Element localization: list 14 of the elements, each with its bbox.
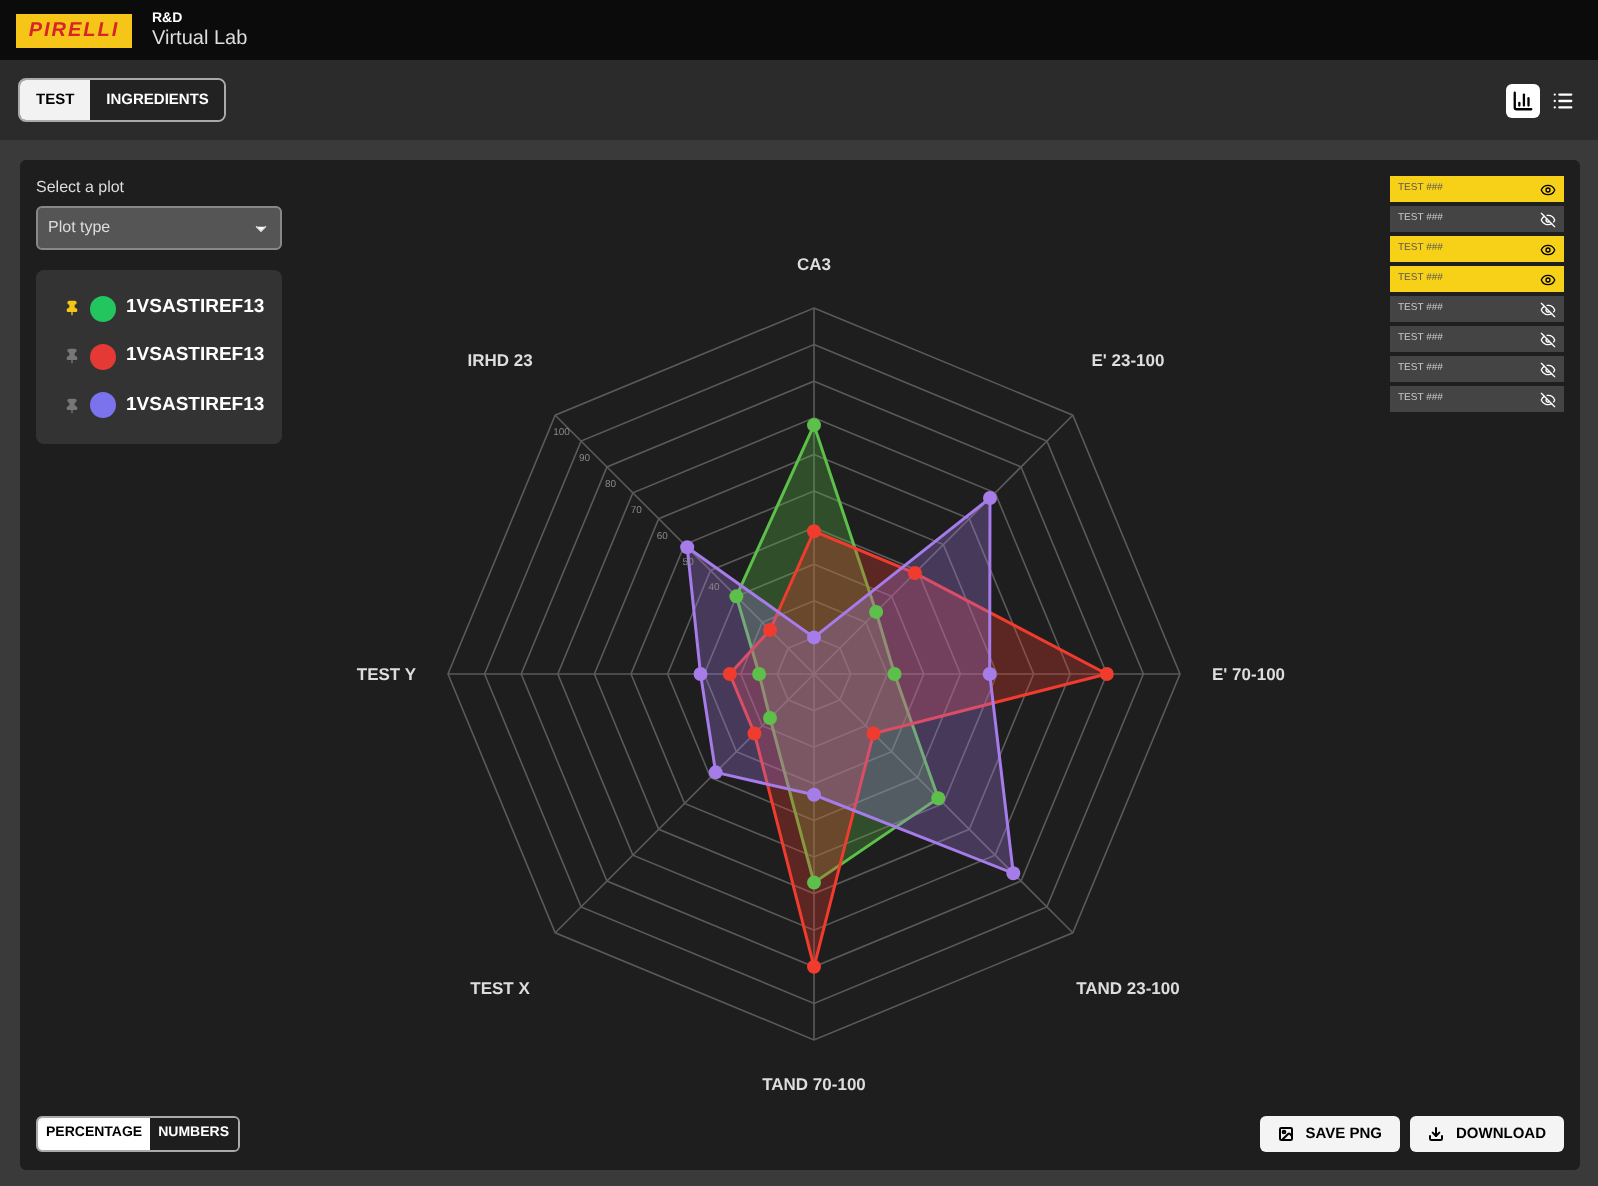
axis-label: TAND 23-100 — [1076, 977, 1180, 998]
logo: PIRELLI — [16, 13, 132, 47]
axis-label: E' 70-100 — [1212, 664, 1286, 684]
axis-label: TAND 70-100 — [762, 1074, 866, 1094]
legend-label: 1VSASTIREF13 — [126, 342, 265, 371]
axis-label: CA3 — [797, 254, 831, 274]
field-label: Select a plot — [36, 176, 127, 200]
axis-label: TEST X — [470, 977, 530, 998]
axis-label: IRHD 23 — [467, 350, 533, 371]
app-title: Virtual Lab — [152, 29, 248, 49]
axis-label: E' 23-100 — [1091, 350, 1165, 371]
legend-label: 1VSASTIREF13 — [126, 294, 265, 322]
legend-label: 1VSASTIREF13 — [126, 391, 265, 419]
axis-label: TEST Y — [356, 664, 416, 684]
